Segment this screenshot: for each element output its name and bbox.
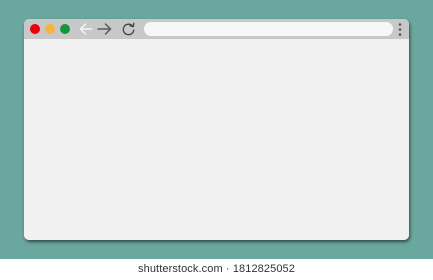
close-window-button[interactable] bbox=[30, 24, 40, 34]
watermark-bar: shutterstock.com · 1812825052 bbox=[0, 259, 433, 280]
page-content-area bbox=[24, 39, 409, 240]
watermark-text: shutterstock.com · 1812825052 bbox=[138, 263, 295, 275]
address-bar-input[interactable] bbox=[144, 22, 393, 36]
kebab-menu-icon[interactable] bbox=[396, 22, 404, 37]
maximize-window-button[interactable] bbox=[60, 24, 70, 34]
browser-toolbar bbox=[24, 19, 409, 39]
back-arrow-icon[interactable] bbox=[78, 21, 94, 37]
reload-icon[interactable] bbox=[121, 21, 136, 37]
browser-window bbox=[24, 19, 409, 240]
forward-arrow-icon[interactable] bbox=[96, 21, 113, 37]
minimize-window-button[interactable] bbox=[45, 24, 55, 34]
